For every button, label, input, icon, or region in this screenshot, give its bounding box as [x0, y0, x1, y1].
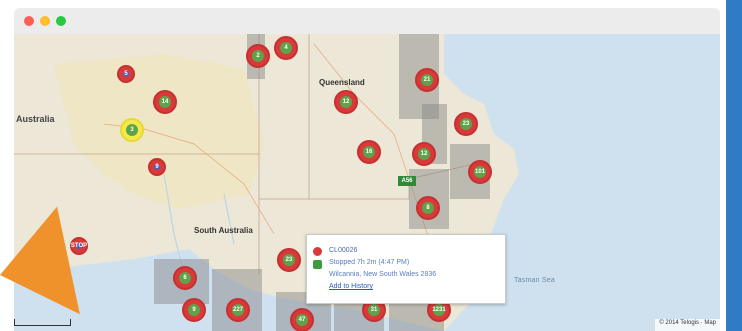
vehicle-cluster-selected[interactable]: 3 [120, 118, 144, 142]
stop-status-icon [313, 260, 322, 269]
blue-side-strip [726, 0, 742, 331]
vehicle-cluster[interactable]: 14 [153, 90, 177, 114]
vehicle-icon [313, 247, 322, 256]
vehicle-cluster[interactable]: 4 [274, 36, 298, 60]
vehicle-status: Stopped 7h 2m (4:47 PM) [329, 259, 410, 266]
vehicle-cluster[interactable]: 2 [246, 44, 270, 68]
window-titlebar [14, 8, 720, 35]
vehicle-marker[interactable]: 9 [148, 158, 166, 176]
vehicle-location: Wilcannia, New South Wales 2836 [329, 271, 437, 278]
map-view[interactable]: Australia Queensland South Australia Tas… [14, 34, 720, 331]
country-label: Australia [16, 114, 55, 124]
vehicle-cluster[interactable]: 47 [290, 308, 314, 331]
stop-marker[interactable]: STOP [70, 237, 88, 255]
vehicle-cluster[interactable]: 16 [357, 140, 381, 164]
vehicle-cluster[interactable]: 227 [226, 298, 250, 322]
minimize-button[interactable] [40, 16, 50, 26]
browser-window: Australia Queensland South Australia Tas… [14, 8, 720, 331]
vehicle-cluster[interactable]: 23 [277, 248, 301, 272]
vehicle-cluster[interactable]: 12 [334, 90, 358, 114]
vehicle-cluster[interactable]: 6 [173, 266, 197, 290]
vehicle-cluster[interactable]: 21 [415, 68, 439, 92]
state-label-south-australia: South Australia [194, 226, 253, 235]
sea-label: Tasman Sea [514, 277, 555, 284]
maximize-button[interactable] [56, 16, 66, 26]
vehicle-popup: CL00026 Stopped 7h 2m (4:47 PM) Wilcanni… [306, 234, 506, 304]
vehicle-id[interactable]: CL00026 [329, 247, 357, 254]
close-button[interactable] [24, 16, 34, 26]
add-to-history-link[interactable]: Add to History [329, 283, 373, 290]
vehicle-cluster[interactable]: 8 [416, 196, 440, 220]
vehicle-marker[interactable]: 5 [117, 65, 135, 83]
vehicle-cluster[interactable]: 23 [454, 112, 478, 136]
highway-badge: A56 [398, 176, 416, 186]
state-label-queensland: Queensland [319, 78, 365, 87]
vehicle-cluster[interactable]: 101 [468, 160, 492, 184]
map-attribution: © 2014 Telogis · Map [655, 319, 720, 331]
vehicle-cluster[interactable]: 12 [412, 142, 436, 166]
vehicle-cluster[interactable]: 9 [182, 298, 206, 322]
